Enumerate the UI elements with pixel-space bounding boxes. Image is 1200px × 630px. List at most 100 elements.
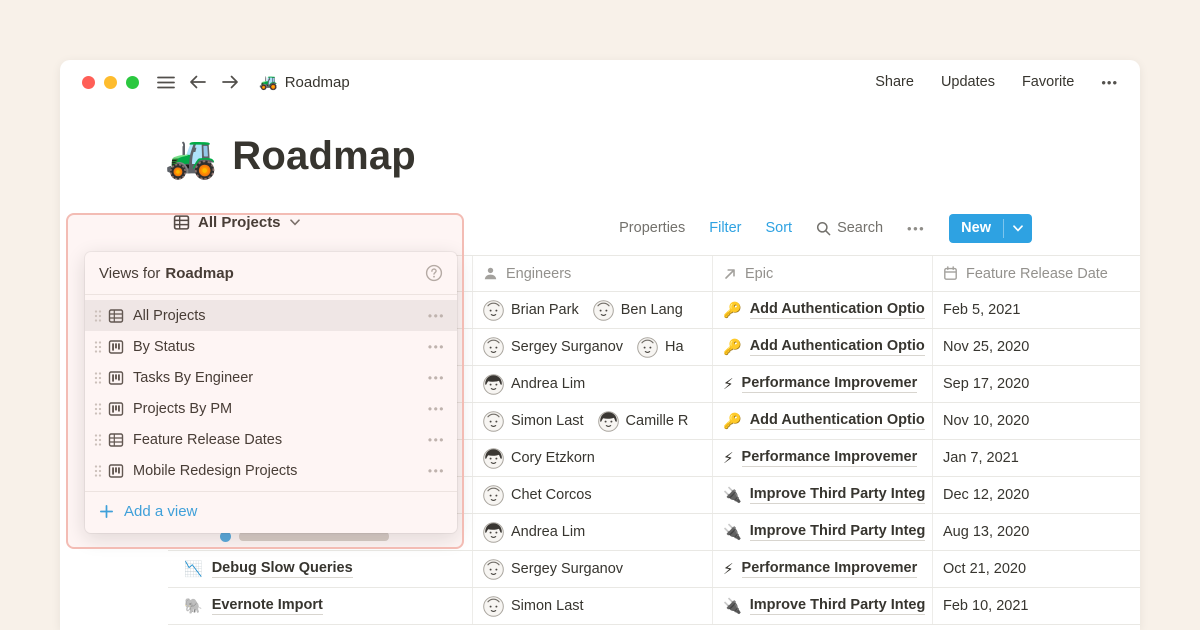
engineer-name: Ha [665, 339, 684, 355]
epic-link[interactable]: Improve Third Party Integ [750, 486, 926, 504]
epic-link[interactable]: Performance Improvemer [742, 560, 918, 578]
epic-link[interactable]: Performance Improvemer [742, 449, 918, 467]
page-title: Roadmap [232, 134, 416, 179]
drag-handle-icon[interactable] [94, 340, 102, 354]
column-header-engineers[interactable]: Engineers [472, 256, 712, 291]
view-item-tasks-by-engineer[interactable]: Tasks By Engineer••• [85, 362, 457, 393]
view-item-label: All Projects [133, 308, 206, 324]
engineers-cell: Simon Last [472, 588, 712, 624]
epic-emoji-icon: 🔌 [723, 486, 742, 504]
forward-arrow-icon[interactable] [221, 75, 239, 89]
zoom-window-button[interactable] [126, 76, 139, 89]
view-item-feature-release-dates[interactable]: Feature Release Dates ••• [85, 424, 457, 455]
filter-button[interactable]: Filter [709, 220, 741, 236]
release-date-cell: Aug 13, 2020 [932, 514, 1140, 550]
share-button[interactable]: Share [875, 74, 914, 90]
release-date-cell: Oct 21, 2020 [932, 551, 1140, 587]
engineers-cell: Andrea Lim [472, 514, 712, 550]
avatar [483, 485, 504, 506]
epic-emoji-icon: 🔑 [723, 338, 742, 356]
epic-link[interactable]: Improve Third Party Integ [750, 523, 926, 541]
project-link[interactable]: Debug Slow Queries [212, 560, 353, 578]
epic-link[interactable]: Add Authentication Optio [750, 412, 925, 430]
view-item-more-icon[interactable]: ••• [428, 371, 445, 385]
add-a-view-button[interactable]: Add a view [85, 491, 457, 533]
project-cell[interactable]: 📉 Debug Slow Queries [168, 551, 472, 587]
epic-emoji-icon: 🔌 [723, 597, 742, 615]
properties-button[interactable]: Properties [619, 220, 685, 236]
engineer-chip: Chet Corcos [483, 485, 592, 506]
view-item-mobile-redesign-projects[interactable]: Mobile Redesign Projects••• [85, 455, 457, 486]
search-button[interactable]: Search [816, 220, 883, 236]
project-cell[interactable]: 🐘Evernote Import [168, 588, 472, 624]
column-header-epic[interactable]: Epic [712, 256, 932, 291]
avatar [483, 374, 504, 395]
avatar [593, 300, 614, 321]
view-item-more-icon[interactable]: ••• [428, 309, 445, 323]
view-item-more-icon[interactable]: ••• [428, 464, 445, 478]
release-date-cell: Nov 10, 2020 [932, 403, 1140, 439]
epic-emoji-icon: 🔑 [723, 412, 742, 430]
epic-cell: 🔌Improve Third Party Integ [712, 514, 932, 550]
release-date-cell: Nov 25, 2020 [932, 329, 1140, 365]
column-header-feature-release-date[interactable]: Feature Release Date [932, 256, 1140, 291]
toolbar-more-icon[interactable]: ••• [907, 221, 925, 236]
more-options-icon[interactable]: ••• [1101, 75, 1118, 90]
epic-link[interactable]: Improve Third Party Integ [750, 597, 926, 615]
drag-handle-icon[interactable] [94, 402, 102, 416]
drag-handle-icon[interactable] [94, 371, 102, 385]
engineers-cell: Simon LastCamille R [472, 403, 712, 439]
sort-button[interactable]: Sort [765, 220, 792, 236]
views-panel-header: Views for Roadmap [85, 252, 457, 295]
column-header-label: Engineers [506, 266, 571, 282]
table-row[interactable]: 📉Debug Slow QueriesSergey Surganov⚡Perfo… [168, 551, 1140, 588]
drag-handle-icon[interactable] [94, 433, 102, 447]
view-item-more-icon[interactable]: ••• [428, 433, 445, 447]
tractor-emoji-icon: 🚜 [259, 73, 278, 91]
updates-button[interactable]: Updates [941, 74, 995, 90]
view-item-by-status[interactable]: By Status••• [85, 331, 457, 362]
view-selector-dropdown[interactable]: All Projects [173, 214, 300, 231]
epic-link[interactable]: Performance Improvemer [742, 375, 918, 393]
view-item-more-icon[interactable]: ••• [428, 402, 445, 416]
engineers-cell: Chet Corcos [472, 477, 712, 513]
board-view-icon [108, 370, 124, 386]
help-icon[interactable] [425, 264, 443, 282]
project-link[interactable]: Evernote Import [212, 597, 323, 615]
engineer-chip: Simon Last [483, 596, 584, 617]
table-row[interactable]: 🐘Evernote Import Simon Last 🔌 Improve Third… [168, 588, 1140, 625]
release-date-cell: Feb 5, 2021 [932, 292, 1140, 328]
view-item-more-icon[interactable]: ••• [428, 340, 445, 354]
engineer-name: Ben Lang [621, 302, 683, 318]
engineer-chip: Ha [637, 337, 684, 358]
epic-link[interactable]: Add Authentication Optio [750, 301, 925, 319]
epic-cell: 🔑 Add Authentication Optio [712, 329, 932, 365]
project-emoji-icon: 📉 [184, 560, 203, 578]
epic-cell: 🔑Add Authentication Optio [712, 292, 932, 328]
close-window-button[interactable] [82, 76, 95, 89]
new-button-caret[interactable] [1004, 214, 1032, 243]
traffic-lights [82, 76, 139, 89]
back-arrow-icon[interactable] [189, 75, 207, 89]
views-dropdown-panel: Views for Roadmap All Projects•••By Stat… [85, 252, 457, 533]
engineer-chip: Camille R [598, 411, 689, 432]
view-item-all-projects[interactable]: All Projects ••• [85, 300, 457, 331]
engineer-chip: Ben Lang [593, 300, 683, 321]
epic-link[interactable]: Add Authentication Optio [750, 338, 925, 356]
epic-cell: ⚡Performance Improvemer [712, 551, 932, 587]
avatar [483, 559, 504, 580]
minimize-window-button[interactable] [104, 76, 117, 89]
breadcrumb-title[interactable]: Roadmap [285, 74, 350, 91]
favorite-button[interactable]: Favorite [1022, 74, 1074, 90]
engineer-name: Andrea Lim [511, 376, 585, 392]
new-button-label[interactable]: New [949, 214, 1003, 243]
new-button[interactable]: New [949, 214, 1032, 243]
drag-handle-icon[interactable] [94, 464, 102, 478]
view-item-label: Feature Release Dates [133, 432, 282, 448]
drag-handle-icon[interactable] [94, 309, 102, 323]
hamburger-menu-icon[interactable] [157, 76, 175, 89]
view-item-projects-by-pm[interactable]: Projects By PM••• [85, 393, 457, 424]
engineer-chip: Andrea Lim [483, 522, 585, 543]
board-view-icon [108, 401, 124, 417]
avatar [483, 337, 504, 358]
